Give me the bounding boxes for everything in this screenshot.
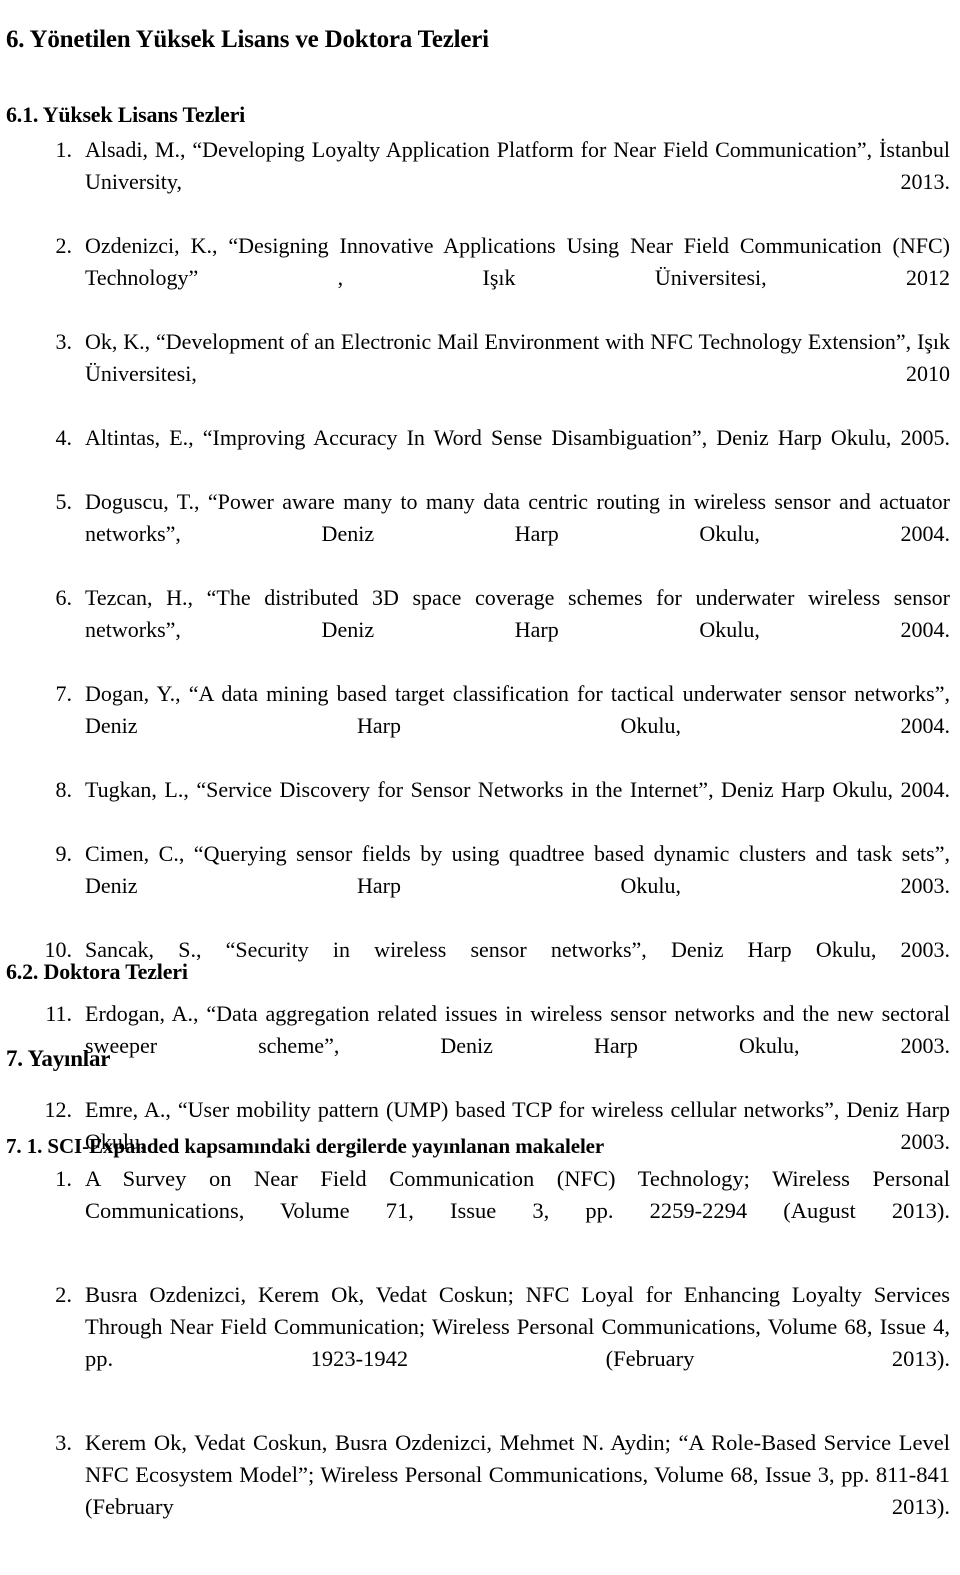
thesis-item-text: Tugkan, L., “Service Discovery for Senso… xyxy=(85,777,950,802)
thesis-item-number: 9. xyxy=(55,841,73,866)
thesis-item-number: 12. xyxy=(44,1097,73,1122)
publication-item-text: A Survey on Near Field Communication (NF… xyxy=(85,1166,950,1223)
publication-item-number: 3. xyxy=(55,1430,72,1455)
publication-item: 3. Kerem Ok, Vedat Coskun, Busra Ozdenizc… xyxy=(0,1427,960,1555)
thesis-item-text: Ozdenizci, K., “Designing Innovative App… xyxy=(85,233,950,290)
thesis-item-number: 1. xyxy=(55,137,73,162)
publication-item-text: Kerem Ok, Vedat Coskun, Busra Ozdenizci,… xyxy=(85,1430,950,1519)
thesis-item-text: Tezcan, H., “The distributed 3D space co… xyxy=(85,585,950,642)
document-page: 6. Yönetilen Yüksek Lisans ve Doktora Te… xyxy=(0,0,960,1519)
thesis-item-number: 2. xyxy=(55,233,73,258)
thesis-item-number: 5. xyxy=(55,489,73,514)
thesis-item-text: Erdogan, A., “Data aggregation related i… xyxy=(85,1001,950,1058)
thesis-item: 4. Altintas, E., “Improving Accuracy In W… xyxy=(0,422,960,486)
thesis-item: 6. Tezcan, H., “The distributed 3D space … xyxy=(0,582,960,678)
publication-item-text: Busra Ozdenizci, Kerem Ok, Vedat Coskun;… xyxy=(85,1282,950,1371)
publication-item: 1. A Survey on Near Field Communication (… xyxy=(0,1163,960,1259)
thesis-item-text: Ok, K., “Development of an Electronic Ma… xyxy=(85,329,950,386)
thesis-item-text: Alsadi, M., “Developing Loyalty Applicat… xyxy=(85,137,950,194)
thesis-item: 3. Ok, K., “Development of an Electronic … xyxy=(0,326,960,422)
page-title: 6. Yönetilen Yüksek Lisans ve Doktora Te… xyxy=(6,25,489,53)
thesis-item: 2. Ozdenizci, K., “Designing Innovative A… xyxy=(0,230,960,326)
section-heading-7-1: 7. 1. SCI-Expanded kapsamındaki dergiler… xyxy=(6,1134,605,1158)
section-heading-7: 7. Yayınlar xyxy=(6,1046,111,1072)
thesis-item-number: 11. xyxy=(45,1001,72,1026)
thesis-item-text: Cimen, C., “Querying sensor fields by us… xyxy=(85,841,950,898)
publication-item-number: 1. xyxy=(55,1166,72,1191)
thesis-item-number: 3. xyxy=(55,329,73,354)
masters-theses-list: 1. Alsadi, M., “Developing Loyalty Applic… xyxy=(0,134,960,1190)
thesis-item-number: 6. xyxy=(55,585,73,610)
thesis-item-number: 4. xyxy=(55,425,73,450)
thesis-item: 9. Cimen, C., “Querying sensor fields by … xyxy=(0,838,960,934)
section-heading-6-1: 6.1. Yüksek Lisans Tezleri xyxy=(6,102,246,128)
thesis-item-text: Dogan, Y., “A data mining based target c… xyxy=(85,681,950,738)
thesis-item-number: 7. xyxy=(55,681,73,706)
thesis-item: 8. Tugkan, L., “Service Discovery for Sen… xyxy=(0,774,960,838)
thesis-item: 1. Alsadi, M., “Developing Loyalty Applic… xyxy=(0,134,960,230)
section-heading-6-2: 6.2. Doktora Tezleri xyxy=(6,959,188,985)
publication-item: 2. Busra Ozdenizci, Kerem Ok, Vedat Cosku… xyxy=(0,1279,960,1407)
thesis-item-text: Altintas, E., “Improving Accuracy In Wor… xyxy=(85,425,950,450)
thesis-item: 5. Doguscu, T., “Power aware many to many… xyxy=(0,486,960,582)
thesis-item: 7. Dogan, Y., “A data mining based target… xyxy=(0,678,960,774)
thesis-item-text: Doguscu, T., “Power aware many to many d… xyxy=(85,489,950,546)
thesis-item-number: 8. xyxy=(55,777,73,802)
thesis-item: 11. Erdogan, A., “Data aggregation relate… xyxy=(0,998,960,1094)
thesis-item-text: Sancak, S., “Security in wireless sensor… xyxy=(85,937,950,962)
publications-list: 1. A Survey on Near Field Communication (… xyxy=(0,1163,960,1575)
publication-item-number: 2. xyxy=(55,1282,72,1307)
